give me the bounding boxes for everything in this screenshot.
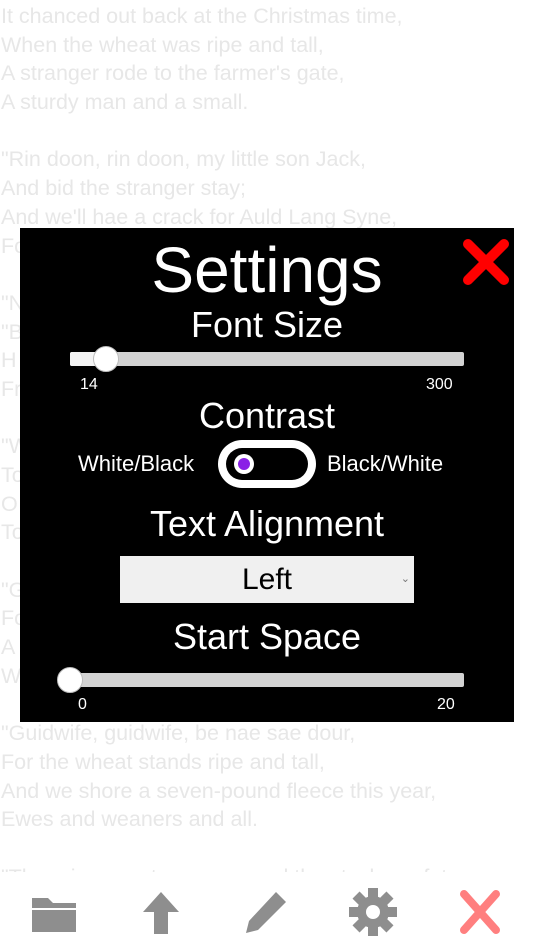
poem-line: [1, 117, 531, 146]
poem-line: And bid the stranger stay;: [1, 176, 247, 201]
font-size-slider[interactable]: [70, 346, 464, 372]
start-space-max-label: 20: [437, 696, 455, 713]
text-alignment-label: Text Alignment: [149, 503, 385, 544]
font-size-min-label: 14: [80, 376, 98, 393]
settings-modal: Settings Font Size 14 300 Contrast White…: [20, 228, 514, 722]
start-space-slider[interactable]: [57, 667, 464, 693]
gear-icon[interactable]: [345, 886, 401, 938]
start-space-label: Start Space: [172, 616, 362, 657]
text-alignment-select[interactable]: Left ⌄: [120, 556, 414, 603]
poem-line: "Guidwife, guidwife, be nae sae dour,: [1, 721, 356, 746]
bottom-toolbar: [0, 872, 534, 950]
contrast-option-right: Black/White: [327, 451, 444, 476]
start-space-min-label: 0: [78, 696, 87, 713]
folder-icon[interactable]: [26, 886, 82, 938]
poem-line: A stranger rode to the farmer's gate,: [1, 61, 345, 86]
contrast-label: Contrast: [198, 395, 336, 436]
poem-line: Ewes and weaners and all.: [1, 807, 258, 832]
chevron-down-icon: ⌄: [400, 573, 410, 585]
poem-line: A sturdy man and a small.: [1, 90, 249, 115]
close-icon[interactable]: [452, 886, 508, 938]
poem-line: "Rin doon, rin doon, my little son Jack,: [1, 147, 366, 172]
slider-thumb[interactable]: [92, 346, 119, 372]
pencil-icon[interactable]: [238, 886, 294, 938]
slider-thumb[interactable]: [57, 667, 83, 693]
font-size-max-label: 300: [426, 376, 453, 393]
contrast-toggle[interactable]: [218, 440, 316, 488]
poem-line: And we shore a seven-pound fleece this y…: [1, 778, 437, 803]
toggle-knob: [234, 454, 254, 474]
close-icon[interactable]: [460, 236, 512, 288]
settings-title: Settings: [151, 234, 383, 306]
poem-line: When the wheat was ripe and tall,: [1, 32, 324, 57]
arrow-up-icon[interactable]: [133, 886, 189, 938]
text-alignment-value: Left: [241, 563, 293, 596]
poem-line: [1, 834, 531, 863]
poem-line: For the wheat stands ripe and tall,: [1, 749, 325, 774]
font-size-label: Font Size: [190, 304, 344, 345]
poem-line: It chanced out back at the Christmas tim…: [1, 4, 403, 28]
contrast-option-left: White/Black: [78, 451, 195, 476]
